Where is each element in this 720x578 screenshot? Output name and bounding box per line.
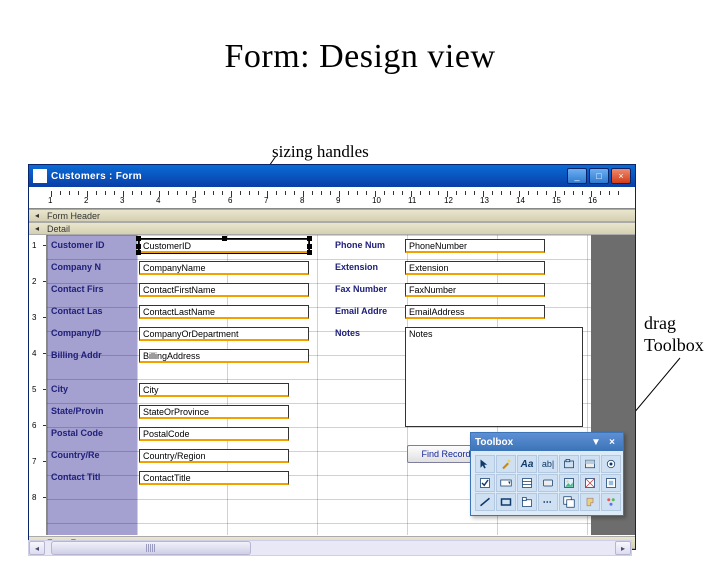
label-faxnumber[interactable]: Fax Number xyxy=(335,284,387,294)
tool-grp[interactable] xyxy=(559,455,579,473)
field-country/region[interactable]: Country/Region xyxy=(139,449,289,463)
tool-opt[interactable] xyxy=(601,455,621,473)
label-country/region[interactable]: Country/Re xyxy=(51,450,100,460)
tool-ab|[interactable]: ab| xyxy=(538,455,558,473)
tool-lst[interactable] xyxy=(517,474,537,492)
tool-chk[interactable] xyxy=(475,474,495,492)
toolbox-titlebar[interactable]: Toolbox ▼ × xyxy=(471,433,623,451)
field-notes[interactable]: Notes xyxy=(405,327,583,427)
tool-more[interactable] xyxy=(580,493,600,511)
tool-img[interactable] xyxy=(559,474,579,492)
label-contactlastname[interactable]: Contact Las xyxy=(51,306,103,316)
field-stateorprovince[interactable]: StateOrProvince xyxy=(139,405,289,419)
sizing-handle[interactable] xyxy=(307,244,312,249)
scroll-left-button[interactable]: ◂ xyxy=(29,541,45,555)
tool-line[interactable] xyxy=(475,493,495,511)
annotation-sizing-handles: sizing handles xyxy=(272,142,369,162)
sizing-handle[interactable] xyxy=(307,236,312,241)
tool-Aa[interactable]: Aa xyxy=(517,455,537,473)
toolbox-title-text: Toolbox xyxy=(475,437,587,448)
ruler-vertical[interactable]: 12345678 xyxy=(29,235,47,535)
label-stateorprovince[interactable]: State/Provin xyxy=(51,406,104,416)
ruler-horizontal[interactable]: 12345678910111213141516 xyxy=(29,191,635,209)
field-faxnumber[interactable]: FaxNumber xyxy=(405,283,545,297)
field-contactlastname[interactable]: ContactLastName xyxy=(139,305,309,319)
label-phonenumber[interactable]: Phone Num xyxy=(335,240,385,250)
scroll-thumb[interactable] xyxy=(51,541,251,555)
label-contactfirstname[interactable]: Contact Firs xyxy=(51,284,104,294)
sizing-handle[interactable] xyxy=(222,236,227,241)
tool-ptr[interactable] xyxy=(475,455,495,473)
titlebar[interactable]: Customers : Form _ □ × xyxy=(29,165,635,187)
annotation-drag-toolbox: drag Toolbox xyxy=(644,313,704,356)
tool-sub[interactable] xyxy=(559,493,579,511)
toolbox-close-icon[interactable]: × xyxy=(605,436,619,448)
tool-ubd[interactable] xyxy=(601,474,621,492)
tool-tab[interactable] xyxy=(517,493,537,511)
label-companyname[interactable]: Company N xyxy=(51,262,101,272)
field-companyordepartment[interactable]: CompanyOrDepartment xyxy=(139,327,309,341)
tool-ufr[interactable] xyxy=(580,474,600,492)
label-companyordepartment[interactable]: Company/D xyxy=(51,328,101,338)
tool-oth[interactable] xyxy=(601,493,621,511)
label-emailaddress[interactable]: Email Addre xyxy=(335,306,387,316)
maximize-button[interactable]: □ xyxy=(589,168,609,184)
sizing-handle[interactable] xyxy=(136,250,141,255)
window-title: Customers : Form xyxy=(51,171,565,182)
slide-title: Form: Design view xyxy=(0,38,720,76)
tool-btn[interactable] xyxy=(538,474,558,492)
field-city[interactable]: City xyxy=(139,383,289,397)
label-billingaddress[interactable]: Billing Addr xyxy=(51,350,102,360)
scroll-right-button[interactable]: ▸ xyxy=(615,541,631,555)
tool-wiz[interactable] xyxy=(496,455,516,473)
sizing-handle[interactable] xyxy=(136,236,141,241)
toolbox-dropdown-icon[interactable]: ▼ xyxy=(589,436,603,448)
section-detail[interactable]: Detail xyxy=(29,222,635,235)
label-customerid[interactable]: Customer ID xyxy=(51,240,105,250)
label-extension[interactable]: Extension xyxy=(335,262,378,272)
section-form-header[interactable]: Form Header xyxy=(29,209,635,222)
field-postalcode[interactable]: PostalCode xyxy=(139,427,289,441)
field-emailaddress[interactable]: EmailAddress xyxy=(405,305,545,319)
scrollbar-horizontal[interactable]: ◂ ▸ xyxy=(28,540,632,556)
tool-cmb[interactable] xyxy=(496,474,516,492)
sizing-handle[interactable] xyxy=(136,244,141,249)
label-city[interactable]: City xyxy=(51,384,68,394)
toolbox-panel[interactable]: Toolbox ▼ × Aaab| xyxy=(470,432,624,516)
field-companyname[interactable]: CompanyName xyxy=(139,261,309,275)
label-notes[interactable]: Notes xyxy=(335,328,360,338)
sizing-handle[interactable] xyxy=(307,250,312,255)
minimize-button[interactable]: _ xyxy=(567,168,587,184)
form-icon xyxy=(33,169,47,183)
label-postalcode[interactable]: Postal Code xyxy=(51,428,103,438)
tool-tgl[interactable] xyxy=(580,455,600,473)
field-phonenumber[interactable]: PhoneNumber xyxy=(405,239,545,253)
toolbox-body: Aaab| xyxy=(471,451,623,515)
field-extension[interactable]: Extension xyxy=(405,261,545,275)
label-contacttitle[interactable]: Contact Titl xyxy=(51,472,100,482)
field-contactfirstname[interactable]: ContactFirstName xyxy=(139,283,309,297)
tool-pgb[interactable] xyxy=(538,493,558,511)
field-customerid[interactable]: CustomerID xyxy=(139,239,309,253)
field-contacttitle[interactable]: ContactTitle xyxy=(139,471,289,485)
close-button[interactable]: × xyxy=(611,168,631,184)
tool-rect[interactable] xyxy=(496,493,516,511)
field-billingaddress[interactable]: BillingAddress xyxy=(139,349,309,363)
